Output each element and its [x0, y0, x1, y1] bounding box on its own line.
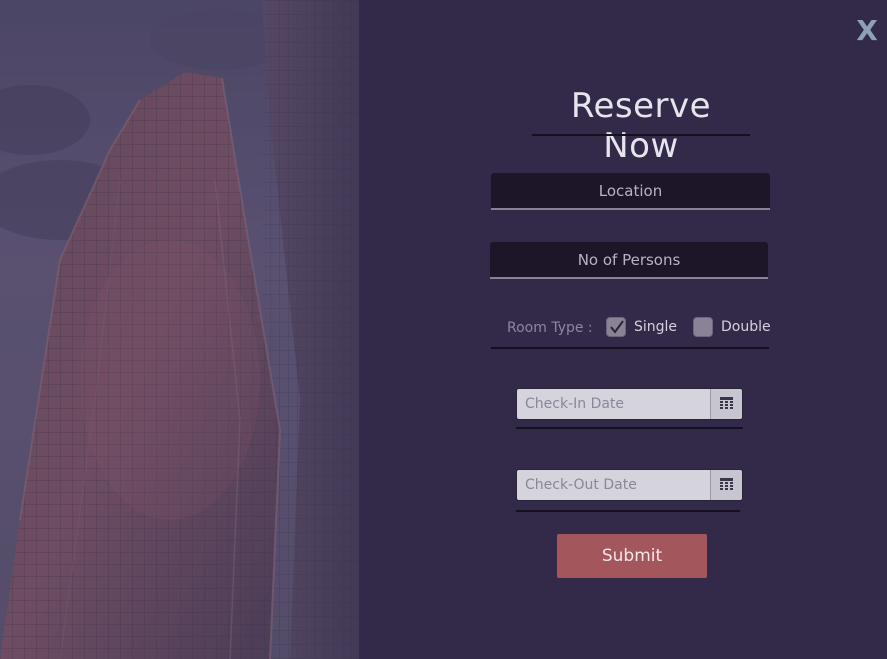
checkout-date-input[interactable]: Check-Out Date — [525, 477, 637, 493]
calendar-icon — [720, 478, 733, 490]
checkin-underline — [516, 427, 743, 429]
checkout-underline — [516, 510, 740, 512]
location-input[interactable]: Location — [491, 173, 770, 210]
close-button[interactable]: X — [853, 14, 881, 48]
single-checkbox[interactable] — [606, 317, 626, 337]
checkout-calendar-button[interactable] — [710, 470, 742, 500]
persons-placeholder: No of Persons — [577, 251, 681, 269]
checkout-date-picker[interactable]: Check-Out Date — [516, 469, 743, 501]
reservation-window: X Reserve Now Location No of Persons Roo… — [0, 0, 887, 659]
checkin-date-picker[interactable]: Check-In Date — [516, 388, 743, 420]
checkmark-icon — [610, 320, 624, 334]
title-underline — [532, 134, 750, 136]
persons-input[interactable]: No of Persons — [490, 242, 768, 279]
room-type-label: Room Type : — [507, 320, 593, 336]
submit-button[interactable]: Submit — [557, 534, 707, 578]
calendar-icon — [720, 397, 733, 409]
double-label[interactable]: Double — [721, 319, 771, 335]
double-checkbox[interactable] — [693, 317, 713, 337]
page-title: Reserve Now — [570, 86, 712, 166]
close-icon: X — [856, 14, 878, 47]
room-type-row: Room Type : Single Double — [491, 313, 771, 349]
location-placeholder: Location — [598, 182, 663, 200]
checkin-date-input[interactable]: Check-In Date — [525, 396, 624, 412]
skyscraper-image — [0, 0, 359, 659]
single-label[interactable]: Single — [634, 319, 677, 335]
checkin-calendar-button[interactable] — [710, 389, 742, 419]
